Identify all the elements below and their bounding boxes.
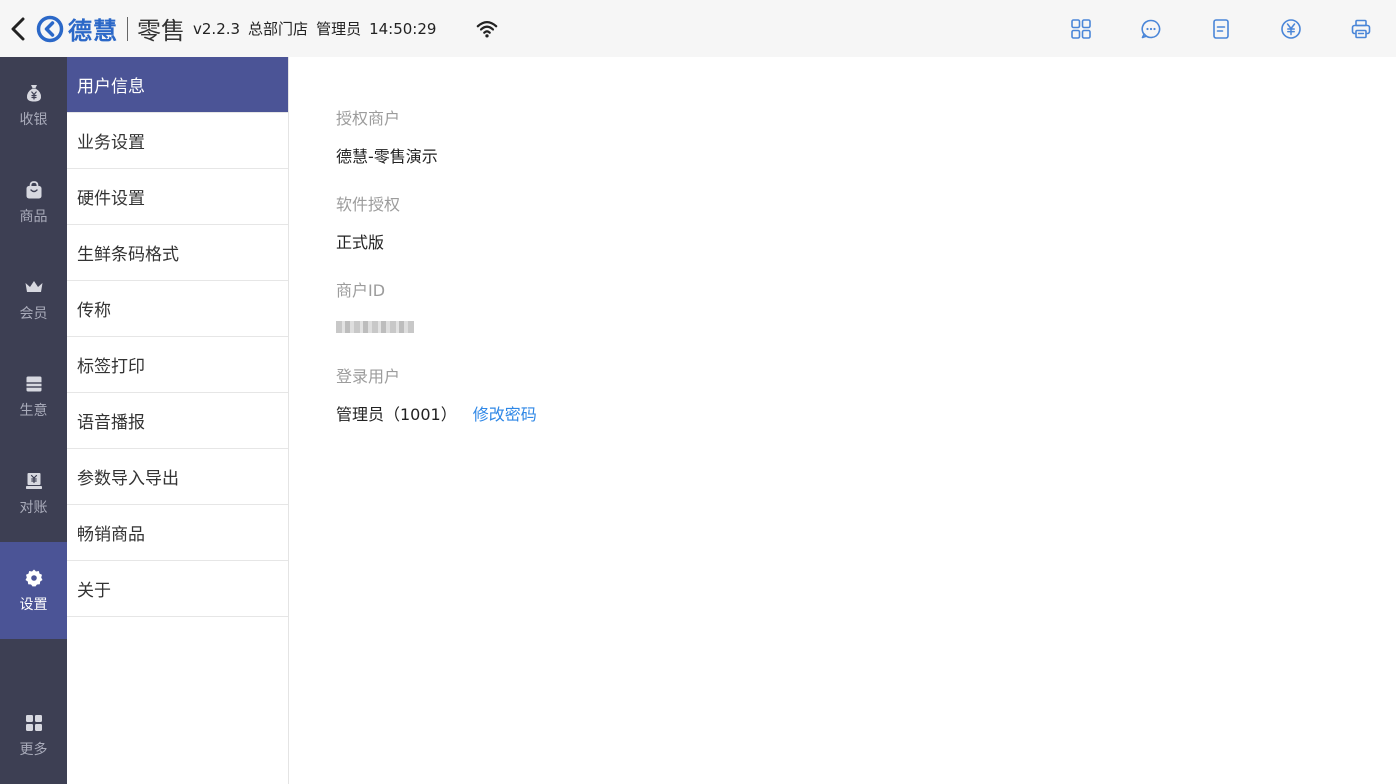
reconcile-icon <box>25 472 42 489</box>
ledger-icon <box>26 376 41 391</box>
nav-label: 收银 <box>19 111 48 128</box>
menu-item-fresh-barcode[interactable]: 生鲜条码格式 <box>67 225 288 281</box>
chat-icon <box>1141 19 1161 38</box>
merchant-id-label: 商户ID <box>336 281 386 300</box>
merchant-label: 授权商户 <box>336 109 401 128</box>
nav-label: 设置 <box>19 596 48 613</box>
yuan-icon <box>1281 18 1301 39</box>
user-info-panel: 授权商户 德慧-零售演示 软件授权 正式版 商户ID 登录用户 管理员（1001… <box>336 57 1336 424</box>
login-user-label: 登录用户 <box>336 367 401 386</box>
app-version: v2.2.3 <box>193 19 241 38</box>
printer-icon <box>1351 19 1371 38</box>
license-value: 正式版 <box>336 233 385 252</box>
menu-item-label-print[interactable]: 标签打印 <box>67 337 288 393</box>
nav-item-members[interactable]: 会员 <box>0 251 67 348</box>
top-actions <box>1046 0 1396 57</box>
store-name: 总部门店 <box>248 20 309 38</box>
menu-item-hardware-settings[interactable]: 硬件设置 <box>67 169 288 225</box>
crown-icon <box>25 280 42 292</box>
payment-button[interactable] <box>1256 0 1326 57</box>
nav-item-cashier[interactable]: 收银 <box>0 57 67 154</box>
login-user-value: 管理员（1001） <box>336 405 457 424</box>
product-name: 零售 <box>137 17 185 45</box>
top-bar: 德慧 零售 v2.2.3 总部门店 管理员 14:50:29 <box>0 0 1396 57</box>
license-label: 软件授权 <box>336 195 401 214</box>
merchant-value: 德慧-零售演示 <box>336 147 438 166</box>
brand-logo-icon <box>36 15 64 42</box>
clock: 14:50:29 <box>369 19 437 38</box>
apps-icon <box>25 714 42 731</box>
user-role: 管理员 <box>316 20 362 38</box>
message-button[interactable] <box>1116 0 1186 57</box>
nav-item-business[interactable]: 生意 <box>0 348 67 445</box>
merchant-id-value <box>336 315 1336 337</box>
nav-label: 更多 <box>19 741 48 758</box>
brand-name: 德慧 <box>68 17 118 45</box>
menu-item-about[interactable]: 关于 <box>67 561 288 617</box>
nav-item-reconcile[interactable]: 对账 <box>0 445 67 542</box>
grid-icon <box>1071 18 1091 39</box>
chevron-left-icon <box>11 17 25 40</box>
print-button[interactable] <box>1326 0 1396 57</box>
settings-menu: 用户信息 业务设置 硬件设置 生鲜条码格式 传称 标签打印 语音播报 参数导入导… <box>67 57 289 784</box>
nav-item-products[interactable]: 商品 <box>0 154 67 251</box>
moneybag-icon <box>26 84 41 101</box>
nav-label: 会员 <box>19 305 48 322</box>
nav-item-more[interactable]: 更多 <box>0 687 67 784</box>
menu-item-user-info[interactable]: 用户信息 <box>67 57 288 113</box>
menu-item-voice-broadcast[interactable]: 语音播报 <box>67 393 288 449</box>
back-button[interactable] <box>0 0 36 57</box>
brand-logo: 德慧 零售 <box>36 11 185 46</box>
change-password-link[interactable]: 修改密码 <box>473 405 537 424</box>
app: 德慧 零售 v2.2.3 总部门店 管理员 14:50:29 收银 商品 会员 … <box>0 0 1396 784</box>
nav-label: 对账 <box>19 499 48 516</box>
nav-item-settings[interactable]: 设置 <box>0 542 67 639</box>
gear-icon <box>25 569 42 587</box>
nav-label: 商品 <box>19 208 48 225</box>
nav-label: 生意 <box>19 402 48 419</box>
menu-item-param-import-export[interactable]: 参数导入导出 <box>67 449 288 505</box>
login-user-row: 管理员（1001） 修改密码 <box>336 401 1336 424</box>
menu-item-bestsellers[interactable]: 畅销商品 <box>67 505 288 561</box>
main-nav: 收银 商品 会员 生意 对账 设置 更多 <box>0 57 67 784</box>
orders-button[interactable] <box>1186 0 1256 57</box>
wifi-icon <box>477 20 498 38</box>
apps-button[interactable] <box>1046 0 1116 57</box>
document-icon <box>1213 18 1229 39</box>
bag-icon <box>26 180 41 198</box>
menu-item-scale-transfer[interactable]: 传称 <box>67 281 288 337</box>
menu-item-business-settings[interactable]: 业务设置 <box>67 113 288 169</box>
merchant-id-redacted <box>336 321 414 333</box>
brand-divider <box>127 16 128 41</box>
